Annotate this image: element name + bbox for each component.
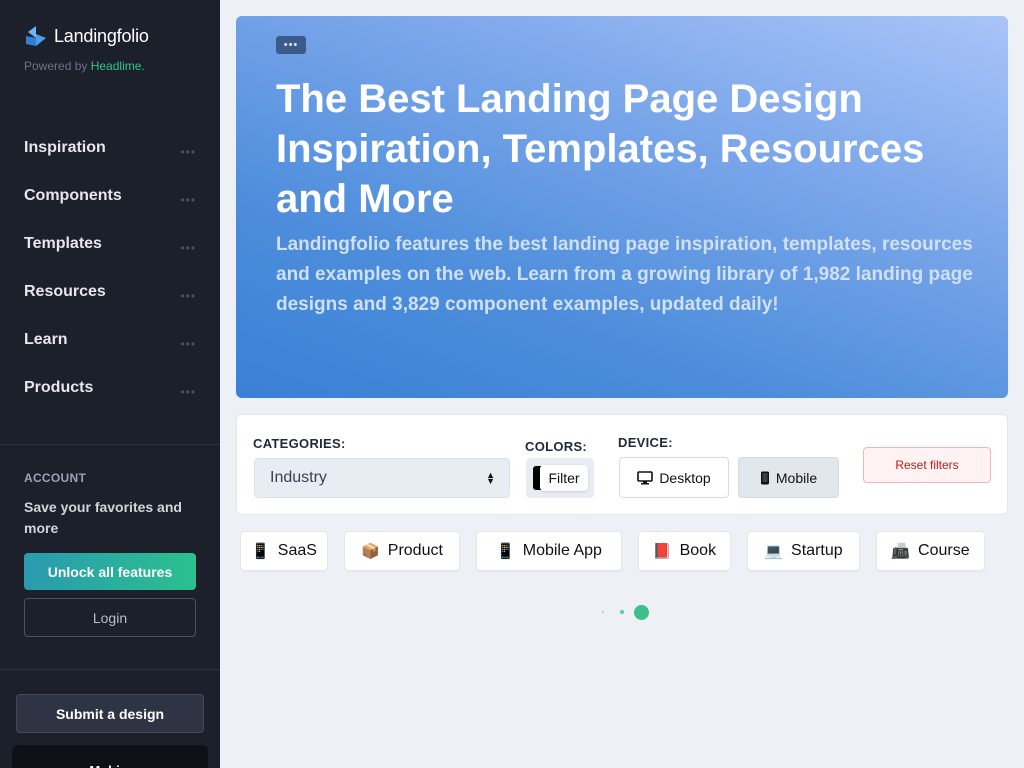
more-icon[interactable]: ••• bbox=[180, 145, 196, 159]
landingfolio-logo-icon bbox=[26, 26, 46, 46]
powered-by: Powered by Headlime. bbox=[24, 59, 145, 73]
sidebar-item-label: Resources bbox=[24, 283, 106, 300]
package-icon: 📦 bbox=[361, 542, 380, 560]
device-desktop-label: Desktop bbox=[659, 469, 711, 486]
sidebar: Landingfolio Powered by Headlime. Inspir… bbox=[0, 0, 220, 768]
sidebar-item-label: Products bbox=[24, 379, 94, 396]
headlime-link[interactable]: Headlime. bbox=[91, 59, 145, 73]
more-icon[interactable]: ••• bbox=[180, 289, 196, 303]
login-button[interactable]: Login bbox=[24, 598, 196, 637]
account-description: Save your favorites and more bbox=[24, 499, 182, 536]
divider bbox=[0, 669, 220, 670]
loading-dot bbox=[634, 605, 649, 620]
desktop-icon bbox=[637, 470, 654, 484]
sidebar-item-components[interactable]: Components ••• bbox=[0, 172, 220, 220]
brand[interactable]: Landingfolio bbox=[24, 24, 149, 48]
chip-label: Book bbox=[679, 542, 717, 559]
sidebar-item-resources[interactable]: Resources ••• bbox=[0, 268, 220, 316]
chip-label: Product bbox=[387, 542, 443, 559]
reset-filters-button[interactable]: Reset filters bbox=[863, 447, 991, 483]
category-chip-course[interactable]: 📠 Course bbox=[876, 531, 985, 571]
category-chip-mobile-app[interactable]: 📱 Mobile App bbox=[476, 531, 622, 571]
divider bbox=[0, 444, 220, 445]
sidebar-nav: Inspiration ••• Components ••• Templates… bbox=[0, 124, 220, 412]
loading-dot bbox=[602, 611, 604, 613]
category-chip-startup[interactable]: 💻 Startup bbox=[747, 531, 860, 571]
chip-label: Mobile App bbox=[522, 542, 602, 559]
sidebar-bottom-card[interactable]: Mobi... bbox=[12, 745, 208, 768]
sidebar-item-inspiration[interactable]: Inspiration ••• bbox=[0, 124, 220, 172]
category-chip-saas[interactable]: 📱 SaaS bbox=[240, 531, 328, 571]
device-mobile-label: Mobile bbox=[775, 469, 818, 486]
account-section: ACCOUNT Save your favorites and more bbox=[24, 471, 196, 539]
more-icon[interactable]: ••• bbox=[180, 337, 196, 351]
phone-icon: 📱 bbox=[251, 542, 270, 560]
loading-spinner bbox=[600, 604, 652, 620]
device-label: DEVICE: bbox=[618, 435, 673, 450]
sidebar-item-learn[interactable]: Learn ••• bbox=[0, 316, 220, 364]
account-title: ACCOUNT bbox=[24, 471, 87, 485]
hero-banner: ••• The Best Landing Page Design Inspira… bbox=[236, 16, 1008, 398]
categories-select-value: Industry bbox=[270, 469, 327, 486]
more-icon[interactable]: ••• bbox=[180, 193, 196, 207]
fax-icon: 📠 bbox=[891, 542, 911, 560]
more-options-button[interactable]: ••• bbox=[276, 36, 306, 54]
unlock-features-button[interactable]: Unlock all features bbox=[24, 553, 196, 590]
color-picker[interactable]: Filter bbox=[526, 458, 594, 498]
device-mobile-button[interactable]: Mobile bbox=[738, 457, 839, 498]
chip-label: SaaS bbox=[277, 542, 317, 559]
device-desktop-button[interactable]: Desktop bbox=[619, 457, 729, 498]
sidebar-item-label: Components bbox=[24, 187, 122, 204]
mobile-icon bbox=[760, 471, 769, 484]
chip-label: Startup bbox=[791, 542, 843, 559]
powered-by-prefix: Powered by bbox=[24, 59, 88, 73]
brand-name: Landingfolio bbox=[54, 25, 149, 46]
sidebar-item-products[interactable]: Products ••• bbox=[0, 364, 220, 412]
sidebar-item-label: Learn bbox=[24, 331, 68, 348]
category-chip-book[interactable]: 📕 Book bbox=[638, 531, 731, 571]
more-icon[interactable]: ••• bbox=[180, 385, 196, 399]
chip-label: Course bbox=[918, 542, 970, 559]
hero-title: The Best Landing Page Design Inspiration… bbox=[276, 77, 925, 221]
colors-label: COLORS: bbox=[525, 439, 588, 454]
categories-label: CATEGORIES: bbox=[253, 436, 346, 451]
filters-panel: CATEGORIES: Industry ▲ ▼ COLORS: Filter D… bbox=[236, 414, 1008, 515]
category-chip-product[interactable]: 📦 Product bbox=[344, 531, 460, 571]
sidebar-item-label: Templates bbox=[24, 235, 102, 252]
categories-select[interactable]: Industry ▲ ▼ bbox=[254, 458, 510, 498]
sidebar-item-label: Inspiration bbox=[24, 139, 106, 156]
laptop-icon: 💻 bbox=[764, 542, 784, 560]
submit-design-button[interactable]: Submit a design bbox=[16, 694, 204, 733]
sidebar-item-templates[interactable]: Templates ••• bbox=[0, 220, 220, 268]
loading-dot bbox=[620, 610, 624, 614]
hero-description: Landingfolio features the best landing p… bbox=[276, 234, 973, 315]
book-icon: 📕 bbox=[652, 542, 672, 560]
more-icon[interactable]: ••• bbox=[180, 241, 196, 255]
select-caret-icon: ▲ ▼ bbox=[486, 470, 495, 486]
colors-filter-button[interactable]: Filter bbox=[540, 465, 588, 491]
mobile-phone-icon: 📱 bbox=[496, 542, 515, 560]
